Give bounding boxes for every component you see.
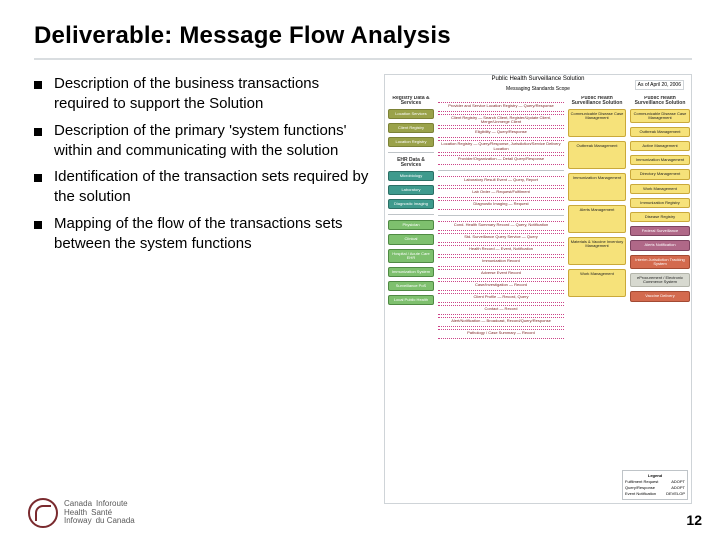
solution-box: Alerts Management xyxy=(568,205,626,233)
bullet-icon xyxy=(34,81,42,89)
bullet-text: Description of the business transactions… xyxy=(54,74,374,115)
solution-box: Materials & Vaccine Inventory Management xyxy=(568,237,626,265)
infoway-logo-icon xyxy=(28,498,58,528)
pos-box: Immunization System xyxy=(388,267,434,277)
footer-logo: CanadaInforoute HealthSanté Infowaydu Ca… xyxy=(28,498,135,528)
external-box: Directory Management xyxy=(630,169,690,179)
pos-box: Local Public Health xyxy=(388,295,434,305)
external-box: Alerts Notification xyxy=(630,240,690,250)
message-flow: Pathology / Case Summary — Record xyxy=(438,329,564,339)
message-flow: Health Record — Event, Notification xyxy=(438,245,564,255)
message-flow: Contact — Record xyxy=(438,305,564,315)
message-flow: Lab Order — Request/Fulfilment xyxy=(438,188,564,198)
message-flow: Eligibility — Query/Response xyxy=(438,128,564,138)
external-box: Interim Jurisdiction Tracking System xyxy=(630,255,690,269)
legend-row: Event NotificationDEVELOP xyxy=(625,491,685,496)
bullet-text: Identification of the transaction sets r… xyxy=(54,167,374,208)
legend-row: Query/ResponseADOPT xyxy=(625,485,685,490)
bullet-item: Mapping of the flow of the transactions … xyxy=(34,214,374,255)
message-flow: Immunization Record xyxy=(438,257,564,267)
message-flow: Location Registry — Query/Response, Juri… xyxy=(438,140,564,152)
slide: Deliverable: Message Flow Analysis Descr… xyxy=(0,0,720,540)
infoway-logo-text: CanadaInforoute HealthSanté Infowaydu Ca… xyxy=(64,500,135,525)
external-box: Federal Surveillance xyxy=(630,226,690,236)
pos-box: Hospital / Acute Care EHR xyxy=(388,249,434,263)
col-header: EHR Data & Services xyxy=(388,158,434,169)
diagram-date: As of April 20, 2006 xyxy=(635,80,684,90)
message-flow: Case/Investigation — Record xyxy=(438,281,564,291)
diagram-col-external: Public Health Surveillance Solution Comm… xyxy=(630,96,690,500)
bullet-text: Description of the primary 'system funct… xyxy=(54,121,374,162)
ehr-box: Microbiology xyxy=(388,171,434,181)
bullet-text: Mapping of the flow of the transactions … xyxy=(54,214,374,255)
message-flow: Client Registry — Search Client, Registe… xyxy=(438,114,564,126)
bullet-item: Description of the business transactions… xyxy=(34,74,374,115)
external-box: Immunization Registry xyxy=(630,198,690,208)
slide-body: Description of the business transactions… xyxy=(34,74,692,504)
solution-box: Work Management xyxy=(568,269,626,297)
solution-box: Outbreak Management xyxy=(568,141,626,169)
message-flow: Cond. Health Summary Record — Query, Not… xyxy=(438,221,564,231)
message-flow: Std. Surveillance Query Service — Query xyxy=(438,233,564,243)
external-box: Active Management xyxy=(630,141,690,151)
ehr-box: Diagnostic Imaging xyxy=(388,199,434,209)
external-box: Communicable Disease Case Management xyxy=(630,109,690,123)
solution-box: Communicable Disease Case Management xyxy=(568,109,626,137)
external-box: Disease Registry xyxy=(630,212,690,222)
diagram-col-registries: Registry Data & Services Location Servic… xyxy=(388,96,434,500)
section-divider xyxy=(388,214,434,215)
col-header: Public Health Surveillance Solution xyxy=(568,96,626,107)
solution-box: Immunization Management xyxy=(568,173,626,201)
legend-row: Fulfilment RequestADOPT xyxy=(625,479,685,484)
pos-box: Clinical xyxy=(388,234,434,244)
message-flow: Alert/Notification — Broadcast, Record/Q… xyxy=(438,317,564,327)
section-divider xyxy=(388,152,434,153)
external-box: Vaccine Delivery xyxy=(630,291,690,301)
bullet-icon xyxy=(34,128,42,136)
col-header: Registry Data & Services xyxy=(388,96,434,107)
message-flow: Provider/Organization — Detail Query/Res… xyxy=(438,155,564,165)
legend-title: Legend xyxy=(625,473,685,478)
external-box: Outbreak Management xyxy=(630,127,690,137)
external-box: Immunization Management xyxy=(630,155,690,165)
diagram-heading: Public Health Surveillance Solution xyxy=(491,76,584,82)
diagram-legend: Legend Fulfilment RequestADOPT Query/Res… xyxy=(622,470,688,500)
title-rule xyxy=(34,58,692,60)
diagram-col-solution: Public Health Surveillance Solution Comm… xyxy=(568,96,626,500)
col-header: Public Health Surveillance Solution xyxy=(630,96,690,107)
bullet-list: Description of the business transactions… xyxy=(34,74,374,504)
page-number: 12 xyxy=(686,512,702,528)
diagram-col-messages: Provider and Service Location Registry —… xyxy=(438,96,564,500)
registry-box: Location Registry xyxy=(388,137,434,147)
ehr-box: Laboratory xyxy=(388,185,434,195)
bullet-icon xyxy=(34,221,42,229)
external-box: Work Management xyxy=(630,184,690,194)
section-divider xyxy=(438,215,564,216)
message-flow: Client Profile — Record, Query xyxy=(438,293,564,303)
message-flow: Diagnostic Imaging — Request xyxy=(438,200,564,210)
pos-box: Surveillance PoS xyxy=(388,281,434,291)
bullet-item: Description of the primary 'system funct… xyxy=(34,121,374,162)
section-divider xyxy=(438,170,564,171)
message-flow: Laboratory Result Event — Query, Report xyxy=(438,176,564,186)
message-flow: Adverse Event Record xyxy=(438,269,564,279)
external-box: eProcurement / Electronic Commerce Syste… xyxy=(630,273,690,287)
registry-box: Location Services xyxy=(388,109,434,119)
bullet-item: Identification of the transaction sets r… xyxy=(34,167,374,208)
flow-diagram: As of April 20, 2006 Public Health Surve… xyxy=(384,74,692,504)
bullet-icon xyxy=(34,174,42,182)
page-title: Deliverable: Message Flow Analysis xyxy=(34,22,692,50)
diagram-subheading: Messaging Standards Scope xyxy=(506,86,570,92)
pos-box: Physician xyxy=(388,220,434,230)
message-flow: Provider and Service Location Registry —… xyxy=(438,102,564,112)
registry-box: Client Registry xyxy=(388,123,434,133)
